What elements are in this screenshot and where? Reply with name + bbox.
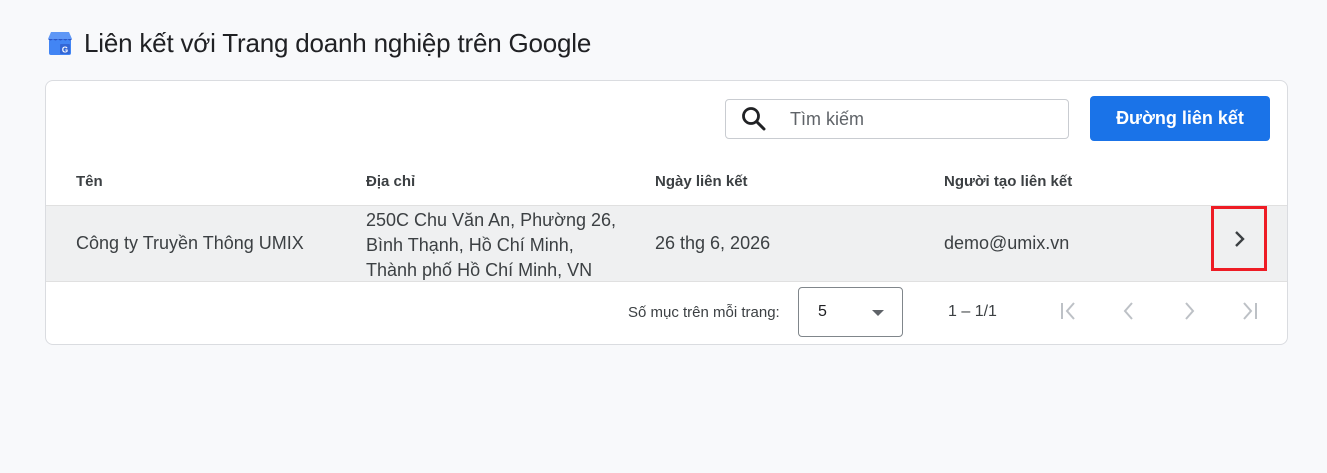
chevron-right-icon (1185, 302, 1195, 320)
items-per-page-select[interactable]: 5 (798, 287, 903, 337)
link-button[interactable]: Đường liên kết (1090, 96, 1270, 141)
search-input[interactable] (788, 107, 1052, 131)
paginator: Số mục trên mỗi trang: 5 1 – 1/1 (46, 282, 1287, 345)
caret-down-icon (872, 310, 884, 316)
svg-text:G: G (62, 46, 68, 55)
previous-page-button[interactable] (1114, 296, 1144, 326)
cell-creator: demo@umix.vn (944, 233, 1070, 253)
items-per-page-label: Số mục trên mỗi trang: (628, 304, 780, 321)
chevron-right-icon (1235, 230, 1245, 247)
first-page-icon (1061, 302, 1075, 320)
items-per-page-value: 5 (818, 303, 827, 320)
last-page-icon (1243, 302, 1257, 320)
column-header-name[interactable]: Tên (76, 173, 103, 190)
last-page-button[interactable] (1234, 296, 1264, 326)
search-box[interactable] (725, 99, 1069, 139)
page-title: Liên kết với Trang doanh nghiệp trên Goo… (84, 27, 592, 58)
cell-address: 250C Chu Văn An, Phường 26, Bình Thạnh, … (366, 208, 626, 283)
column-header-address[interactable]: Địa chỉ (366, 173, 415, 190)
next-page-button[interactable] (1174, 296, 1204, 326)
search-icon (742, 107, 766, 131)
google-business-profile-icon: G (48, 32, 72, 55)
address-line: Thành phố Hồ Chí Minh, VN (366, 260, 593, 280)
address-line: Bình Thạnh, Hồ Chí Minh, (366, 235, 574, 255)
row-open-button[interactable] (1211, 206, 1267, 271)
business-link-card: Đường liên kết Tên Địa chỉ Ngày liên kết… (45, 80, 1288, 345)
first-page-button[interactable] (1054, 296, 1084, 326)
chevron-left-icon (1123, 302, 1133, 320)
address-line: 250C Chu Văn An, Phường 26, (366, 210, 617, 230)
column-header-creator[interactable]: Người tạo liên kết (944, 173, 1072, 190)
cell-date: 26 thg 6, 2026 (655, 233, 771, 253)
column-header-date[interactable]: Ngày liên kết (655, 173, 748, 190)
cell-name: Công ty Truyền Thông UMIX (76, 233, 304, 253)
range-label: 1 – 1/1 (948, 303, 997, 320)
page-header: G Liên kết với Trang doanh nghiệp trên G… (46, 26, 591, 60)
table-row[interactable]: Công ty Truyền Thông UMIX 250C Chu Văn A… (46, 206, 1287, 281)
